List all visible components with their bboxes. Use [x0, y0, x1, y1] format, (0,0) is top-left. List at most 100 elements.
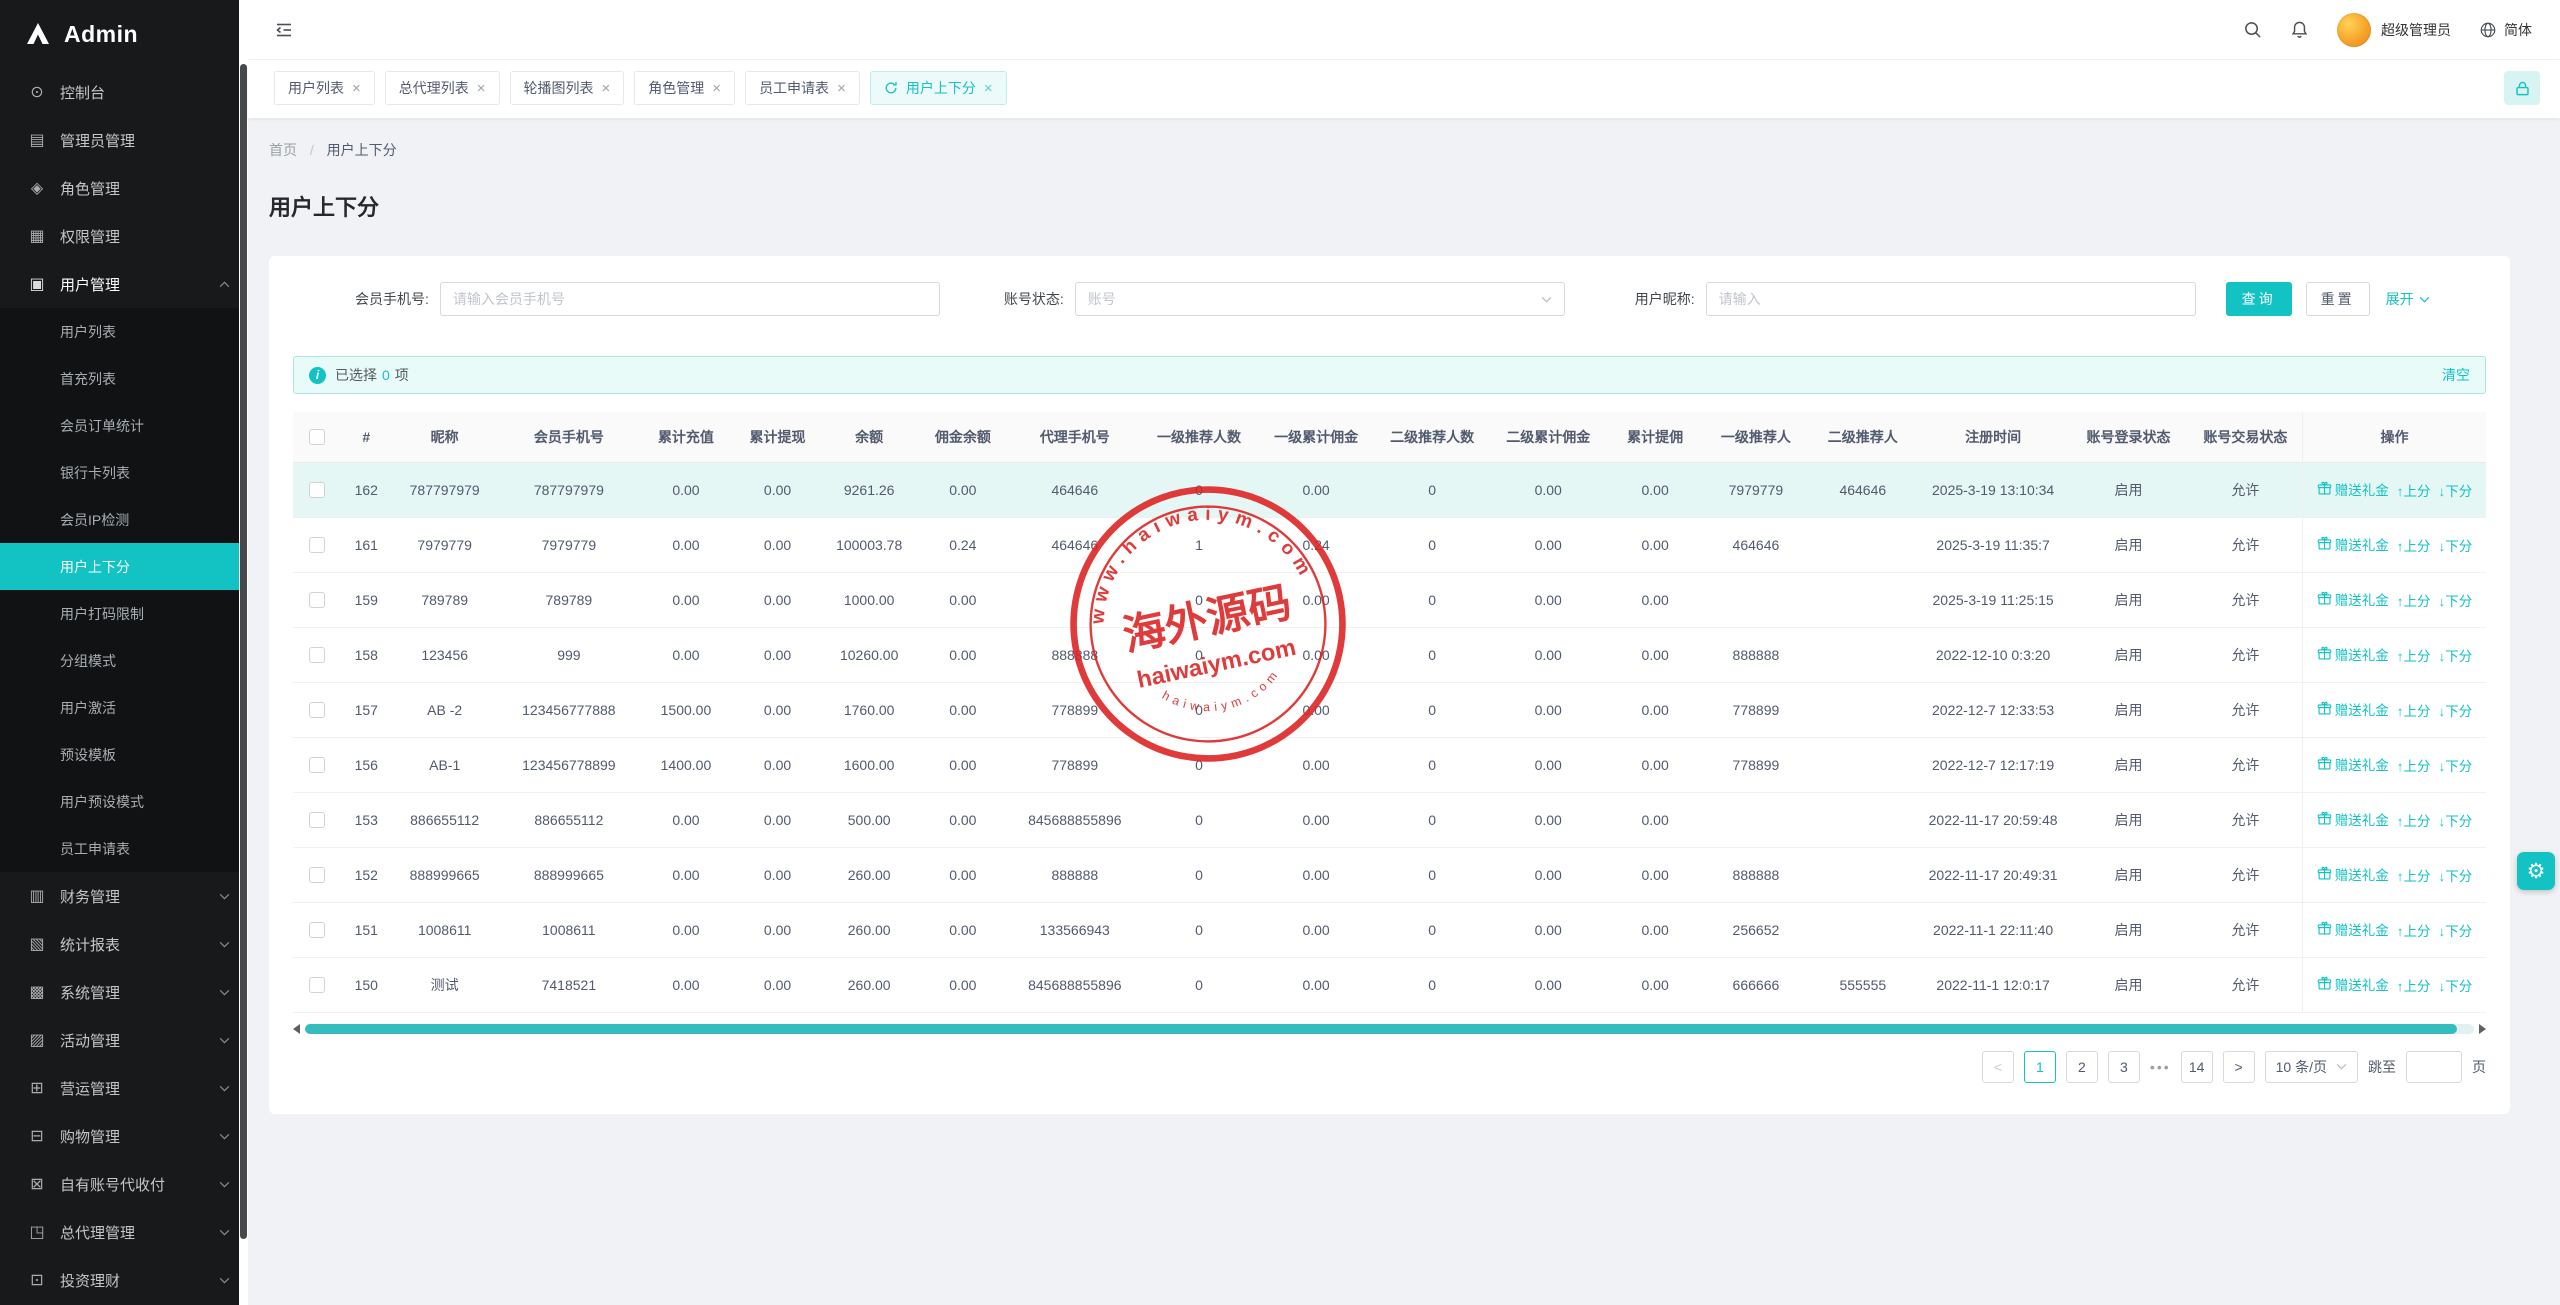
page-size-select[interactable]: 10 条/页 [2264, 1050, 2358, 1083]
sidebar-subitem[interactable]: 用户上下分 [0, 543, 248, 590]
close-icon[interactable]: × [477, 81, 486, 96]
sidebar-item[interactable]: ⊟ 购物管理 [0, 1112, 248, 1160]
gift-action[interactable]: 赠送礼金 [2317, 754, 2389, 774]
score-down-action[interactable]: ↓下分 [2439, 535, 2473, 555]
user-menu[interactable]: 超级管理员 [2337, 12, 2451, 47]
clear-selection-link[interactable]: 清空 [2442, 365, 2470, 385]
next-page-button[interactable]: > [2222, 1050, 2255, 1083]
tab[interactable]: 用户列表 × [274, 71, 375, 105]
sidebar-item[interactable]: ⊠ 自有账号代收付 [0, 1160, 248, 1208]
sidebar-item[interactable]: ▧ 统计报表 [0, 920, 248, 968]
sidebar-subitem[interactable]: 员工申请表 [0, 825, 248, 872]
gift-action[interactable]: 赠送礼金 [2317, 864, 2389, 884]
sidebar-item[interactable]: ▣ 用户管理 [0, 260, 248, 308]
score-up-action[interactable]: ↑上分 [2397, 535, 2431, 555]
score-down-action[interactable]: ↓下分 [2439, 480, 2473, 500]
row-checkbox[interactable] [309, 592, 326, 609]
sidebar-subitem[interactable]: 会员订单统计 [0, 402, 248, 449]
page-button-1[interactable]: 1 [2023, 1050, 2056, 1083]
score-down-action[interactable]: ↓下分 [2439, 700, 2473, 720]
row-checkbox[interactable] [309, 922, 326, 939]
gift-action[interactable]: 赠送礼金 [2317, 809, 2389, 829]
score-up-action[interactable]: ↑上分 [2397, 480, 2431, 500]
tab[interactable]: 用户上下分 × [869, 71, 1007, 105]
sidebar-item[interactable]: ⊡ 投资理财 [0, 1256, 248, 1304]
prev-page-button[interactable]: < [1981, 1050, 2014, 1083]
close-icon[interactable]: × [352, 81, 361, 96]
gift-action[interactable]: 赠送礼金 [2317, 919, 2389, 939]
reset-button[interactable]: 重置 [2305, 282, 2370, 316]
close-icon[interactable]: × [837, 81, 846, 96]
language-switch[interactable]: 简体 [2479, 20, 2532, 40]
sidebar-subitem[interactable]: 用户列表 [0, 308, 248, 355]
sidebar-scrollbar-thumb[interactable] [240, 64, 247, 1239]
tab[interactable]: 轮播图列表 × [509, 71, 625, 105]
page-ellipsis[interactable]: ••• [2150, 1059, 2171, 1075]
breadcrumb-home[interactable]: 首页 [269, 142, 297, 158]
jump-page-input[interactable] [2406, 1050, 2462, 1083]
score-up-action[interactable]: ↑上分 [2397, 700, 2431, 720]
score-up-action[interactable]: ↑上分 [2397, 865, 2431, 885]
score-up-action[interactable]: ↑上分 [2397, 920, 2431, 940]
sidebar-subitem[interactable]: 首充列表 [0, 355, 248, 402]
tab[interactable]: 角色管理 × [634, 71, 736, 105]
sidebar-item[interactable]: ▥ 财务管理 [0, 872, 248, 920]
score-down-action[interactable]: ↓下分 [2439, 865, 2473, 885]
score-up-action[interactable]: ↑上分 [2397, 590, 2431, 610]
score-down-action[interactable]: ↓下分 [2439, 590, 2473, 610]
refresh-icon[interactable] [884, 81, 898, 95]
sidebar-item[interactable]: ▦ 权限管理 [0, 212, 248, 260]
page-button-14[interactable]: 14 [2180, 1050, 2213, 1083]
gift-action[interactable]: 赠送礼金 [2317, 699, 2389, 719]
close-icon[interactable]: × [602, 81, 611, 96]
close-icon[interactable]: × [712, 81, 721, 96]
sidebar-subitem[interactable]: 用户预设模式 [0, 778, 248, 825]
sidebar-subitem[interactable]: 预设模板 [0, 731, 248, 778]
expand-filters-link[interactable]: 展开 [2386, 289, 2430, 309]
horizontal-scrollbar[interactable] [293, 1023, 2486, 1035]
tab[interactable]: 员工申请表 × [745, 71, 860, 105]
gift-action[interactable]: 赠送礼金 [2317, 479, 2389, 499]
bell-icon[interactable] [2290, 20, 2309, 39]
sidebar-subitem[interactable]: 分组模式 [0, 637, 248, 684]
sidebar-item[interactable]: ▨ 活动管理 [0, 1016, 248, 1064]
row-checkbox[interactable] [309, 647, 326, 664]
gift-action[interactable]: 赠送礼金 [2317, 589, 2389, 609]
sidebar-subitem[interactable]: 用户激活 [0, 684, 248, 731]
phone-filter-input[interactable] [439, 282, 940, 316]
lock-button[interactable] [2504, 71, 2540, 105]
page-button-3[interactable]: 3 [2107, 1050, 2140, 1083]
scroll-right-arrow[interactable] [2479, 1023, 2486, 1034]
row-checkbox[interactable] [309, 537, 326, 554]
row-checkbox[interactable] [309, 757, 326, 774]
score-up-action[interactable]: ↑上分 [2397, 645, 2431, 665]
sidebar-subitem[interactable]: 用户打码限制 [0, 590, 248, 637]
collapse-menu-icon[interactable] [274, 20, 294, 40]
sidebar-item[interactable]: ▤ 管理员管理 [0, 116, 248, 164]
score-up-action[interactable]: ↑上分 [2397, 755, 2431, 775]
score-up-action[interactable]: ↑上分 [2397, 975, 2431, 995]
row-checkbox[interactable] [309, 977, 326, 994]
sidebar-scrollbar[interactable] [239, 0, 248, 1305]
sidebar-item[interactable]: ◈ 角色管理 [0, 164, 248, 212]
sidebar-item[interactable]: ⊙ 控制台 [0, 68, 248, 116]
page-button-2[interactable]: 2 [2065, 1050, 2098, 1083]
tab[interactable]: 总代理列表 × [384, 71, 500, 105]
search-icon[interactable] [2243, 20, 2262, 39]
row-checkbox[interactable] [309, 482, 326, 499]
row-checkbox[interactable] [309, 812, 326, 829]
sidebar-item[interactable]: ⊞ 营运管理 [0, 1064, 248, 1112]
score-down-action[interactable]: ↓下分 [2439, 810, 2473, 830]
score-down-action[interactable]: ↓下分 [2439, 645, 2473, 665]
scrollbar-track[interactable] [305, 1023, 2474, 1034]
score-down-action[interactable]: ↓下分 [2439, 755, 2473, 775]
sidebar-item[interactable]: ◳ 总代理管理 [0, 1208, 248, 1256]
score-up-action[interactable]: ↑上分 [2397, 810, 2431, 830]
sidebar-subitem[interactable]: 银行卡列表 [0, 449, 248, 496]
row-checkbox[interactable] [309, 702, 326, 719]
select-all-checkbox[interactable] [309, 429, 326, 446]
close-icon[interactable]: × [984, 81, 993, 96]
row-checkbox[interactable] [309, 867, 326, 884]
scroll-left-arrow[interactable] [293, 1023, 300, 1034]
search-button[interactable]: 查询 [2225, 282, 2292, 316]
